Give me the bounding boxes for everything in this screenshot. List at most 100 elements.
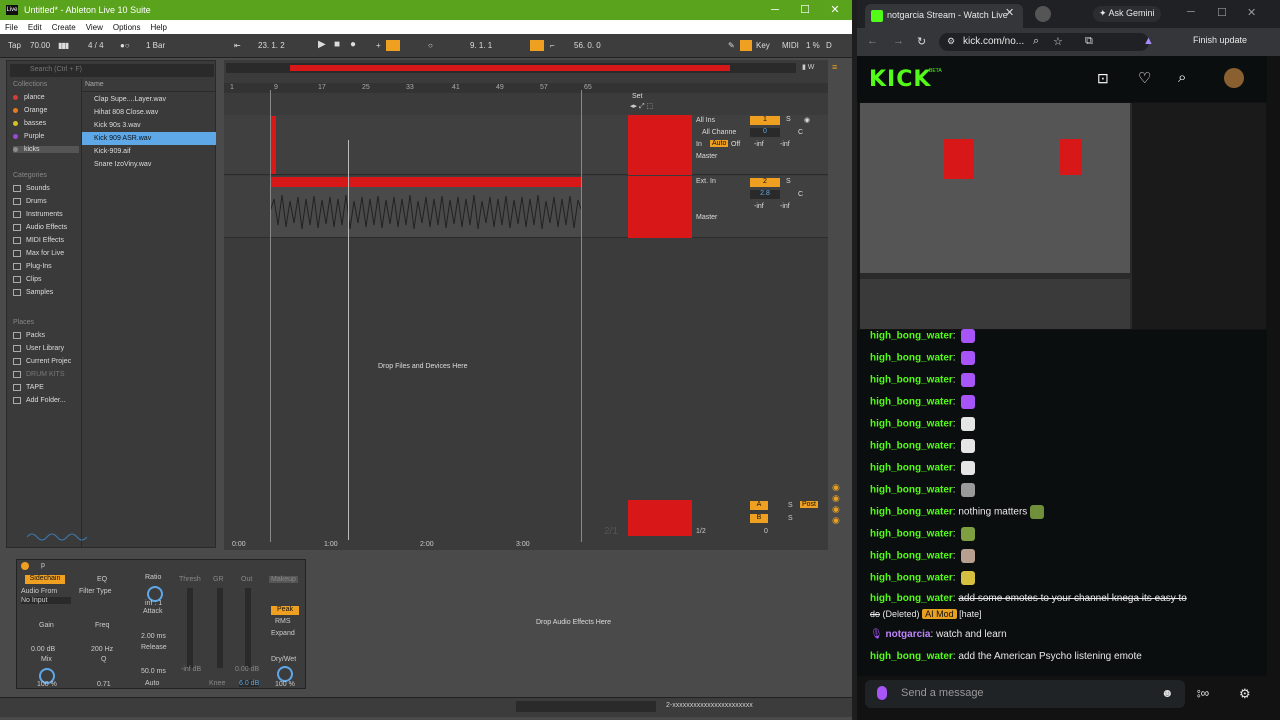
file-item[interactable]: Kick 909 ASR.wav xyxy=(82,132,216,145)
ratio-value[interactable]: inf : 1 xyxy=(145,600,162,607)
chat-input[interactable]: Send a message ☻ xyxy=(865,680,1185,708)
url-field[interactable]: kick.com/no... xyxy=(939,33,1149,51)
arm-icon[interactable]: ◉ xyxy=(804,116,810,124)
collection-item[interactable]: basses xyxy=(13,120,46,127)
thresh-value[interactable]: -inf dB xyxy=(181,666,201,673)
thresh-slider[interactable] xyxy=(187,588,193,668)
automation-arm-icon[interactable] xyxy=(386,40,400,51)
loop-start-field[interactable]: 9. 1. 1 xyxy=(470,41,492,50)
category-item[interactable]: Plug-Ins xyxy=(13,263,52,270)
follow-heart-icon[interactable]: ♡ xyxy=(1138,69,1151,87)
io-toggle-icon[interactable]: ◉ ◉ ◉ ◉ xyxy=(832,482,840,526)
midi-map-button[interactable]: MIDI xyxy=(782,41,799,50)
name-column-header[interactable]: Name xyxy=(82,81,216,92)
category-item[interactable]: Clips xyxy=(13,276,42,283)
beat-ruler[interactable]: 1 9 17 25 33 41 49 57 65 xyxy=(224,83,828,93)
eq-toggle[interactable]: EQ xyxy=(97,576,107,583)
out-value[interactable]: 0.00 dB xyxy=(235,666,259,673)
finish-update-button[interactable]: Finish update xyxy=(1193,35,1247,45)
emoji-icon[interactable]: ☻ xyxy=(1161,686,1174,700)
auto-release-button[interactable]: Auto xyxy=(145,680,159,687)
settings-icon[interactable]: ≡ xyxy=(832,62,844,72)
sidechain-toggle[interactable]: Sidechain xyxy=(25,575,65,584)
overview-bar[interactable] xyxy=(226,63,796,73)
chat-message[interactable]: high_bong_water: xyxy=(870,329,976,343)
q-value[interactable]: 0.71 xyxy=(97,681,111,688)
browse-icon[interactable]: ⊡ xyxy=(1097,70,1109,87)
loop-switch-icon[interactable] xyxy=(530,40,544,51)
menu-create[interactable]: Create xyxy=(52,23,76,32)
volume-field[interactable]: 2.8 xyxy=(750,190,780,199)
status-overview[interactable] xyxy=(516,701,656,712)
time-signature[interactable]: 4 / 4 xyxy=(88,41,104,50)
loop-icon[interactable]: ○ xyxy=(428,41,433,50)
community-icon[interactable]: ⦂∞ xyxy=(1197,686,1209,701)
collection-item[interactable]: Purple xyxy=(13,133,44,140)
menu-help[interactable]: Help xyxy=(150,23,166,32)
stop-button[interactable]: ■ xyxy=(334,39,340,50)
rms-button[interactable]: RMS xyxy=(275,618,291,625)
track-2-header[interactable] xyxy=(628,176,692,238)
record-button[interactable]: ● xyxy=(350,39,356,50)
chat-message[interactable]: 🎙 notgarcia: watch and learn xyxy=(870,629,1007,640)
file-item[interactable]: Snare IzoViny.wav xyxy=(82,158,216,171)
zoom-toggle-icon[interactable]: ▮ W xyxy=(802,63,814,71)
punch-icon[interactable]: ⌐ xyxy=(550,41,555,50)
browser-search-input[interactable]: Search (Ctrl + F) xyxy=(10,64,214,77)
chat-message[interactable]: high_bong_water: xyxy=(870,571,976,585)
loop-length-field[interactable]: 56. 0. 0 xyxy=(574,41,601,50)
chat-message[interactable]: high_bong_water: add the American Psycho… xyxy=(870,651,1142,662)
kick-logo[interactable]: KICK xyxy=(869,67,931,92)
zoom-icon[interactable]: ⌕ xyxy=(1033,35,1039,48)
new-tab-icon[interactable] xyxy=(1035,6,1051,22)
return-a-solo[interactable]: S xyxy=(788,502,793,509)
tap-button[interactable]: Tap xyxy=(8,41,21,50)
category-item[interactable]: Instruments xyxy=(13,211,63,218)
loop-start-marker[interactable] xyxy=(270,90,271,542)
play-button[interactable]: ▶ xyxy=(318,39,326,50)
extension-icon[interactable]: ▲ xyxy=(1143,35,1154,47)
metronome-icon[interactable]: ▮▮▮ xyxy=(58,41,69,50)
category-item[interactable]: Sounds xyxy=(13,185,50,192)
place-item[interactable]: DRUM KITS xyxy=(13,371,65,378)
category-item[interactable]: Max for Live xyxy=(13,250,64,257)
category-item[interactable]: Audio Effects xyxy=(13,224,67,231)
output-select[interactable]: Master xyxy=(696,214,717,221)
preview-waveform-icon[interactable] xyxy=(27,531,87,543)
chat-message[interactable]: high_bong_water: xyxy=(870,373,976,387)
bookmark-icon[interactable]: ☆ xyxy=(1053,35,1063,48)
maximize-icon[interactable]: ☐ xyxy=(790,0,820,20)
master-volume[interactable]: 0 xyxy=(764,528,768,535)
return-a-activator[interactable]: A xyxy=(750,501,768,510)
key-map-icon[interactable] xyxy=(740,40,752,51)
link-icon[interactable]: ●○ xyxy=(120,41,130,50)
set-controls-icon[interactable]: ◂▸ ⤢ ⬚ xyxy=(630,102,653,111)
input-type-select[interactable]: All Ins xyxy=(696,117,744,127)
avatar[interactable] xyxy=(1224,68,1244,88)
key-map-button[interactable]: Key xyxy=(756,41,770,50)
back-icon[interactable]: ← xyxy=(867,35,878,47)
file-item[interactable]: Hihat 808 Close.wav xyxy=(82,106,216,119)
tab-kick-stream[interactable]: notgarcia Stream - Watch Live xyxy=(865,4,1023,28)
input-type-select[interactable]: Ext. In xyxy=(696,178,716,185)
close-tab-icon[interactable]: ✕ xyxy=(1005,6,1014,19)
chat-settings-icon[interactable]: ⚙ xyxy=(1239,686,1251,702)
follow-icon[interactable]: ⇤ xyxy=(234,41,241,50)
file-item[interactable]: Clap Supe....Layer.wav xyxy=(82,93,216,106)
input-channel-select[interactable]: All Channe xyxy=(702,129,746,139)
file-item[interactable]: Kick 90s 3.wav xyxy=(82,119,216,132)
output-select[interactable]: Master xyxy=(696,153,717,160)
collection-item[interactable]: Orange xyxy=(13,107,47,114)
draw-mode-icon[interactable]: ✎ xyxy=(728,41,735,50)
search-icon[interactable]: ⌕ xyxy=(1178,69,1186,86)
site-info-icon[interactable]: ⚙ xyxy=(947,36,955,47)
freq-value[interactable]: 200 Hz xyxy=(91,646,113,653)
chat-message[interactable]: high_bong_water: xyxy=(870,527,976,541)
expand-button[interactable]: Expand xyxy=(271,630,295,637)
attack-value[interactable]: 2.00 ms xyxy=(141,633,166,640)
place-item[interactable]: User Library xyxy=(13,345,64,352)
maximize-icon[interactable]: ☐ xyxy=(1217,6,1227,19)
category-item[interactable]: Drums xyxy=(13,198,47,205)
solo-button[interactable]: S xyxy=(786,116,791,123)
volume-field[interactable]: 0 xyxy=(750,128,780,137)
